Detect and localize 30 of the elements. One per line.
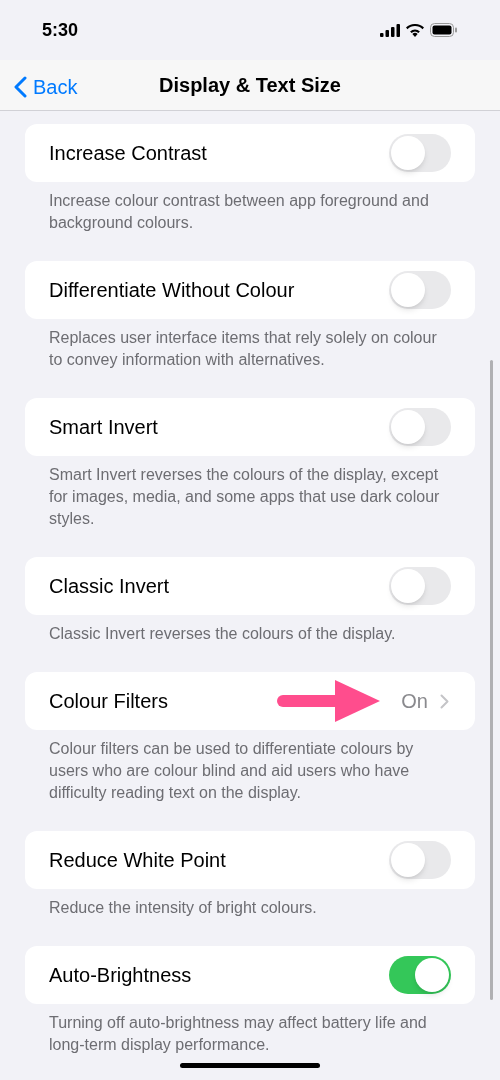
setting-description: Reduce the intensity of bright colours. <box>48 898 318 918</box>
setting-description: Smart Invert reverses the colours of the display, except for images, media, and some apps that use dark colour styles. <box>48 465 441 529</box>
settings-card[interactable]: Colour Filters On <box>25 672 475 730</box>
chevron-icon <box>440 693 449 709</box>
setting-description: Classic Invert reverses the colours of the display. <box>48 624 397 644</box>
setting-description: Turning off auto-brightness may affect battery life and long-term display performance. <box>48 1013 428 1055</box>
toggle-switch[interactable] <box>389 408 451 446</box>
setting-description: Replaces user interface items that rely solely on colour to convey information with alternatives. <box>48 328 438 370</box>
back-button[interactable]: Back <box>14 72 78 102</box>
battery-icon <box>430 23 458 37</box>
back-chevron-icon <box>14 76 27 98</box>
setting-label: Increase Contrast <box>49 141 207 166</box>
toggle-switch[interactable] <box>389 567 451 605</box>
setting-value: On <box>401 689 428 714</box>
setting-label: Classic Invert <box>49 574 170 599</box>
setting-label: Smart Invert <box>49 415 158 440</box>
toggle-switch[interactable] <box>389 841 451 879</box>
wifi-icon <box>406 23 424 37</box>
setting-label: Auto-Brightness <box>49 963 192 988</box>
status-time: 5:30 <box>42 18 79 42</box>
setting-description: Increase colour contrast between app foreground and background colours. <box>48 191 430 233</box>
nav-title: Display & Text Size <box>159 73 341 98</box>
signal-icon <box>380 23 400 37</box>
toggle-switch[interactable] <box>389 956 451 994</box>
setting-label: Reduce White Point <box>49 848 226 873</box>
toggle-switch[interactable] <box>389 134 451 172</box>
toggle-switch[interactable] <box>389 271 451 309</box>
setting-description: Colour filters can be used to differentiate colours by users who are colour blind and aid users who have difficulty reading text on the display. <box>48 739 415 803</box>
setting-label: Colour Filters <box>49 689 168 714</box>
setting-label: Differentiate Without Colour <box>49 278 295 303</box>
